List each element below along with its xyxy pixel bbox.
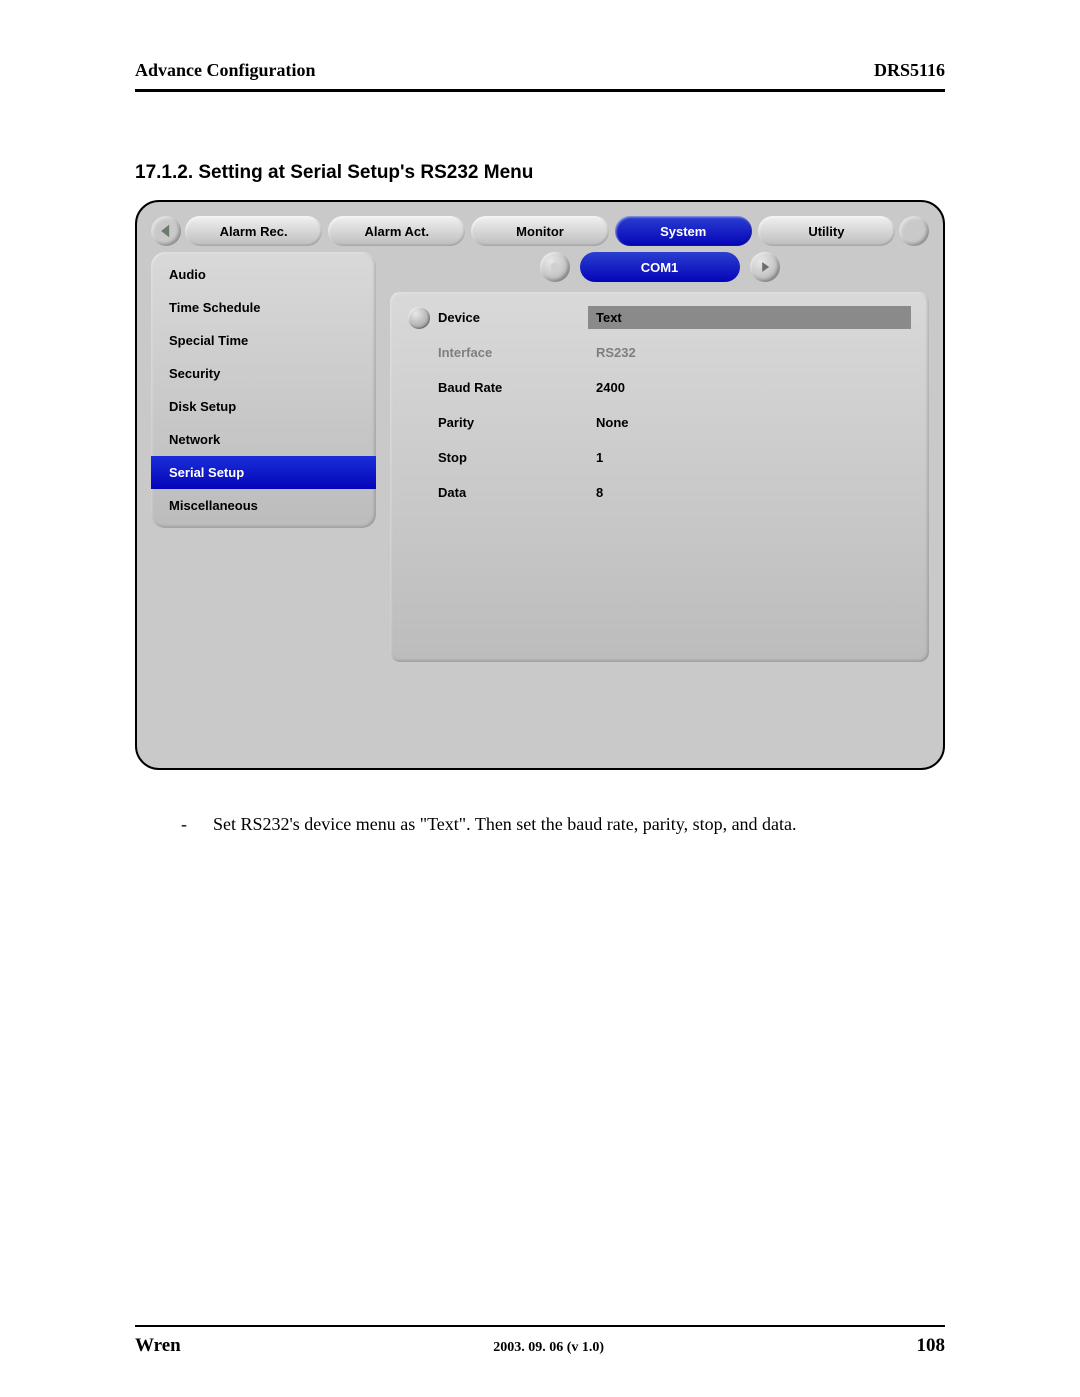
header-right: DRS5116 xyxy=(874,60,945,81)
com-label: COM1 xyxy=(641,260,679,275)
settings-label: Baud Rate xyxy=(438,380,502,395)
footer-right: 108 xyxy=(916,1335,945,1357)
blank-knob-icon xyxy=(548,260,562,274)
tab-label: Utility xyxy=(808,224,844,239)
row-knob-icon[interactable] xyxy=(408,307,430,329)
settings-row-parity[interactable]: Parity None xyxy=(408,411,911,434)
settings-value[interactable]: Text xyxy=(588,306,911,329)
settings-value[interactable]: None xyxy=(588,411,911,434)
settings-label-col: Stop xyxy=(408,450,588,465)
sidebar-item-label: Miscellaneous xyxy=(169,498,258,513)
tab-utility[interactable]: Utility xyxy=(758,216,895,246)
tab-system[interactable]: System xyxy=(615,216,752,246)
settings-label-col: Interface xyxy=(408,345,588,360)
tabs-left-arrow[interactable] xyxy=(151,216,181,246)
sidebar-item-audio[interactable]: Audio xyxy=(151,258,376,291)
sidebar-item-label: Time Schedule xyxy=(169,300,261,315)
settings-label: Interface xyxy=(438,345,492,360)
body-text: Set RS232's device menu as "Text". Then … xyxy=(213,814,797,835)
sidebar-item-label: Disk Setup xyxy=(169,399,236,414)
sidebar-item-security[interactable]: Security xyxy=(151,357,376,390)
tab-label: System xyxy=(660,224,706,239)
settings-row-data[interactable]: Data 8 xyxy=(408,481,911,504)
com-prev-button[interactable] xyxy=(540,252,570,282)
section-title: 17.1.2. Setting at Serial Setup's RS232 … xyxy=(135,162,945,184)
settings-row-device[interactable]: Device Text xyxy=(408,306,911,329)
right-pane: COM1 Device Text Interface RS232 Baud Rate 24… xyxy=(390,252,929,662)
sidebar-item-label: Audio xyxy=(169,267,206,282)
tab-label: Alarm Rec. xyxy=(220,224,288,239)
header-left: Advance Configuration xyxy=(135,60,316,81)
settings-label: Parity xyxy=(438,415,474,430)
device-ui-panel: Alarm Rec. Alarm Act. Monitor System Utility… xyxy=(135,200,945,770)
settings-label: Stop xyxy=(438,450,467,465)
settings-label: Data xyxy=(438,485,466,500)
footer-center: 2003. 09. 06 (v 1.0) xyxy=(493,1340,604,1356)
settings-label: Device xyxy=(438,310,480,325)
settings-row-stop[interactable]: Stop 1 xyxy=(408,446,911,469)
page-footer: Wren 2003. 09. 06 (v 1.0) 108 xyxy=(135,1325,945,1357)
body-text-row: - Set RS232's device menu as "Text". The… xyxy=(135,814,945,835)
top-tabs: Alarm Rec. Alarm Act. Monitor System Utility xyxy=(151,216,929,246)
sidebar-item-label: Special Time xyxy=(169,333,248,348)
settings-row-interface[interactable]: Interface RS232 xyxy=(408,341,911,364)
sidebar-item-serial-setup[interactable]: Serial Setup xyxy=(151,456,376,489)
sidebar-item-label: Security xyxy=(169,366,220,381)
chevron-left-icon xyxy=(158,223,174,239)
tab-alarm-act[interactable]: Alarm Act. xyxy=(328,216,465,246)
com-label-pill[interactable]: COM1 xyxy=(580,252,740,282)
chevron-right-icon xyxy=(758,260,772,274)
settings-value[interactable]: 1 xyxy=(588,446,911,469)
tabs-right-arrow[interactable] xyxy=(899,216,929,246)
com-selector-row: COM1 xyxy=(390,252,929,282)
settings-value[interactable]: RS232 xyxy=(588,341,911,364)
sidebar-item-miscellaneous[interactable]: Miscellaneous xyxy=(151,489,376,522)
sidebar-item-time-schedule[interactable]: Time Schedule xyxy=(151,291,376,324)
settings-value[interactable]: 2400 xyxy=(588,376,911,399)
tab-alarm-rec[interactable]: Alarm Rec. xyxy=(185,216,322,246)
sidebar-item-label: Network xyxy=(169,432,220,447)
tab-label: Alarm Act. xyxy=(365,224,430,239)
sidebar: Audio Time Schedule Special Time Security Di… xyxy=(151,252,376,528)
com-next-button[interactable] xyxy=(750,252,780,282)
sidebar-item-label: Serial Setup xyxy=(169,465,244,480)
sidebar-item-disk-setup[interactable]: Disk Setup xyxy=(151,390,376,423)
settings-label-col: Parity xyxy=(408,415,588,430)
page-header: Advance Configuration DRS5116 xyxy=(135,60,945,92)
footer-left: Wren xyxy=(135,1335,181,1357)
settings-label-col: Data xyxy=(408,485,588,500)
blank-circle-icon xyxy=(906,223,922,239)
settings-label-col: Baud Rate xyxy=(408,380,588,395)
sidebar-item-special-time[interactable]: Special Time xyxy=(151,324,376,357)
body-bullet: - xyxy=(181,814,187,835)
settings-panel: Device Text Interface RS232 Baud Rate 2400 Par… xyxy=(390,292,929,662)
sidebar-item-network[interactable]: Network xyxy=(151,423,376,456)
settings-value[interactable]: 8 xyxy=(588,481,911,504)
settings-row-baud-rate[interactable]: Baud Rate 2400 xyxy=(408,376,911,399)
tab-label: Monitor xyxy=(516,224,564,239)
tab-monitor[interactable]: Monitor xyxy=(471,216,608,246)
settings-label-col: Device xyxy=(408,307,588,329)
